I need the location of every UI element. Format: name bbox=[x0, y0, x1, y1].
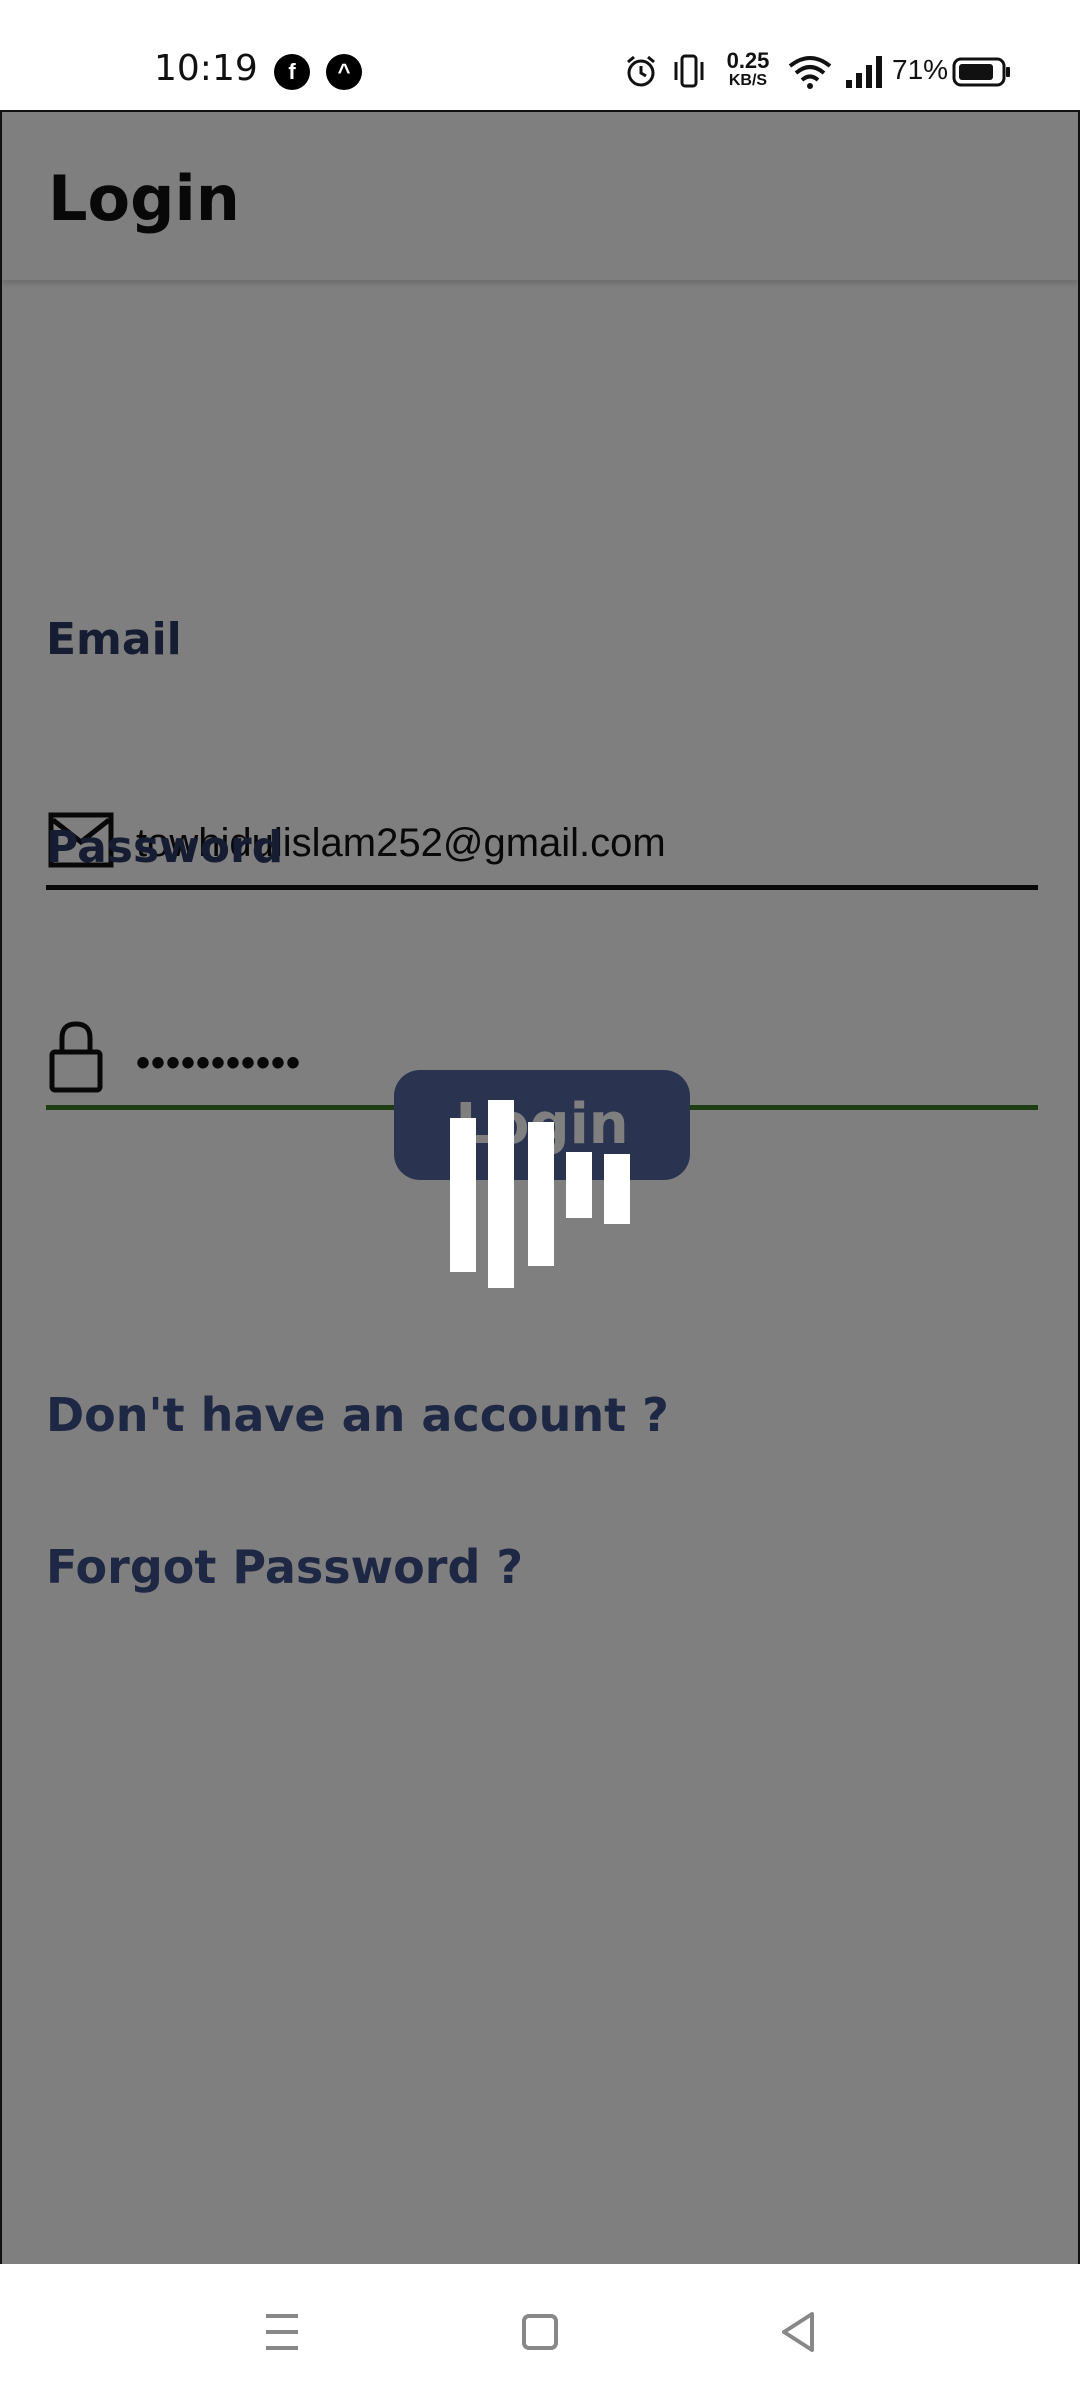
app-notification-icon: ^ bbox=[326, 54, 362, 90]
app-screen: Login Email Password Login Don't have an… bbox=[0, 110, 1080, 2266]
network-speed-value: 0.25 bbox=[726, 48, 770, 73]
loader-bar bbox=[604, 1154, 630, 1224]
battery-percent: 71% bbox=[892, 54, 949, 85]
status-bar: 10:19 f ^ 0.25 KB/S 71% bbox=[0, 0, 1080, 110]
alarm-icon bbox=[627, 55, 655, 87]
signal-icon bbox=[846, 56, 882, 88]
battery-icon bbox=[952, 57, 1010, 87]
home-icon[interactable] bbox=[500, 2292, 580, 2372]
loader-bar bbox=[450, 1118, 476, 1272]
wifi-icon bbox=[788, 56, 832, 89]
vibrate-icon bbox=[674, 54, 704, 88]
status-time: 10:19 bbox=[154, 48, 258, 89]
loader-bar bbox=[528, 1122, 554, 1266]
navigation-bar bbox=[0, 2264, 1080, 2400]
back-icon[interactable] bbox=[758, 2292, 838, 2372]
facebook-icon: f bbox=[274, 54, 310, 90]
loading-bars-icon bbox=[2, 112, 1078, 2264]
network-speed-unit: KB/S bbox=[728, 72, 768, 89]
menu-icon[interactable] bbox=[242, 2292, 322, 2372]
loader-bar bbox=[566, 1152, 592, 1218]
loader-bar bbox=[488, 1100, 514, 1288]
